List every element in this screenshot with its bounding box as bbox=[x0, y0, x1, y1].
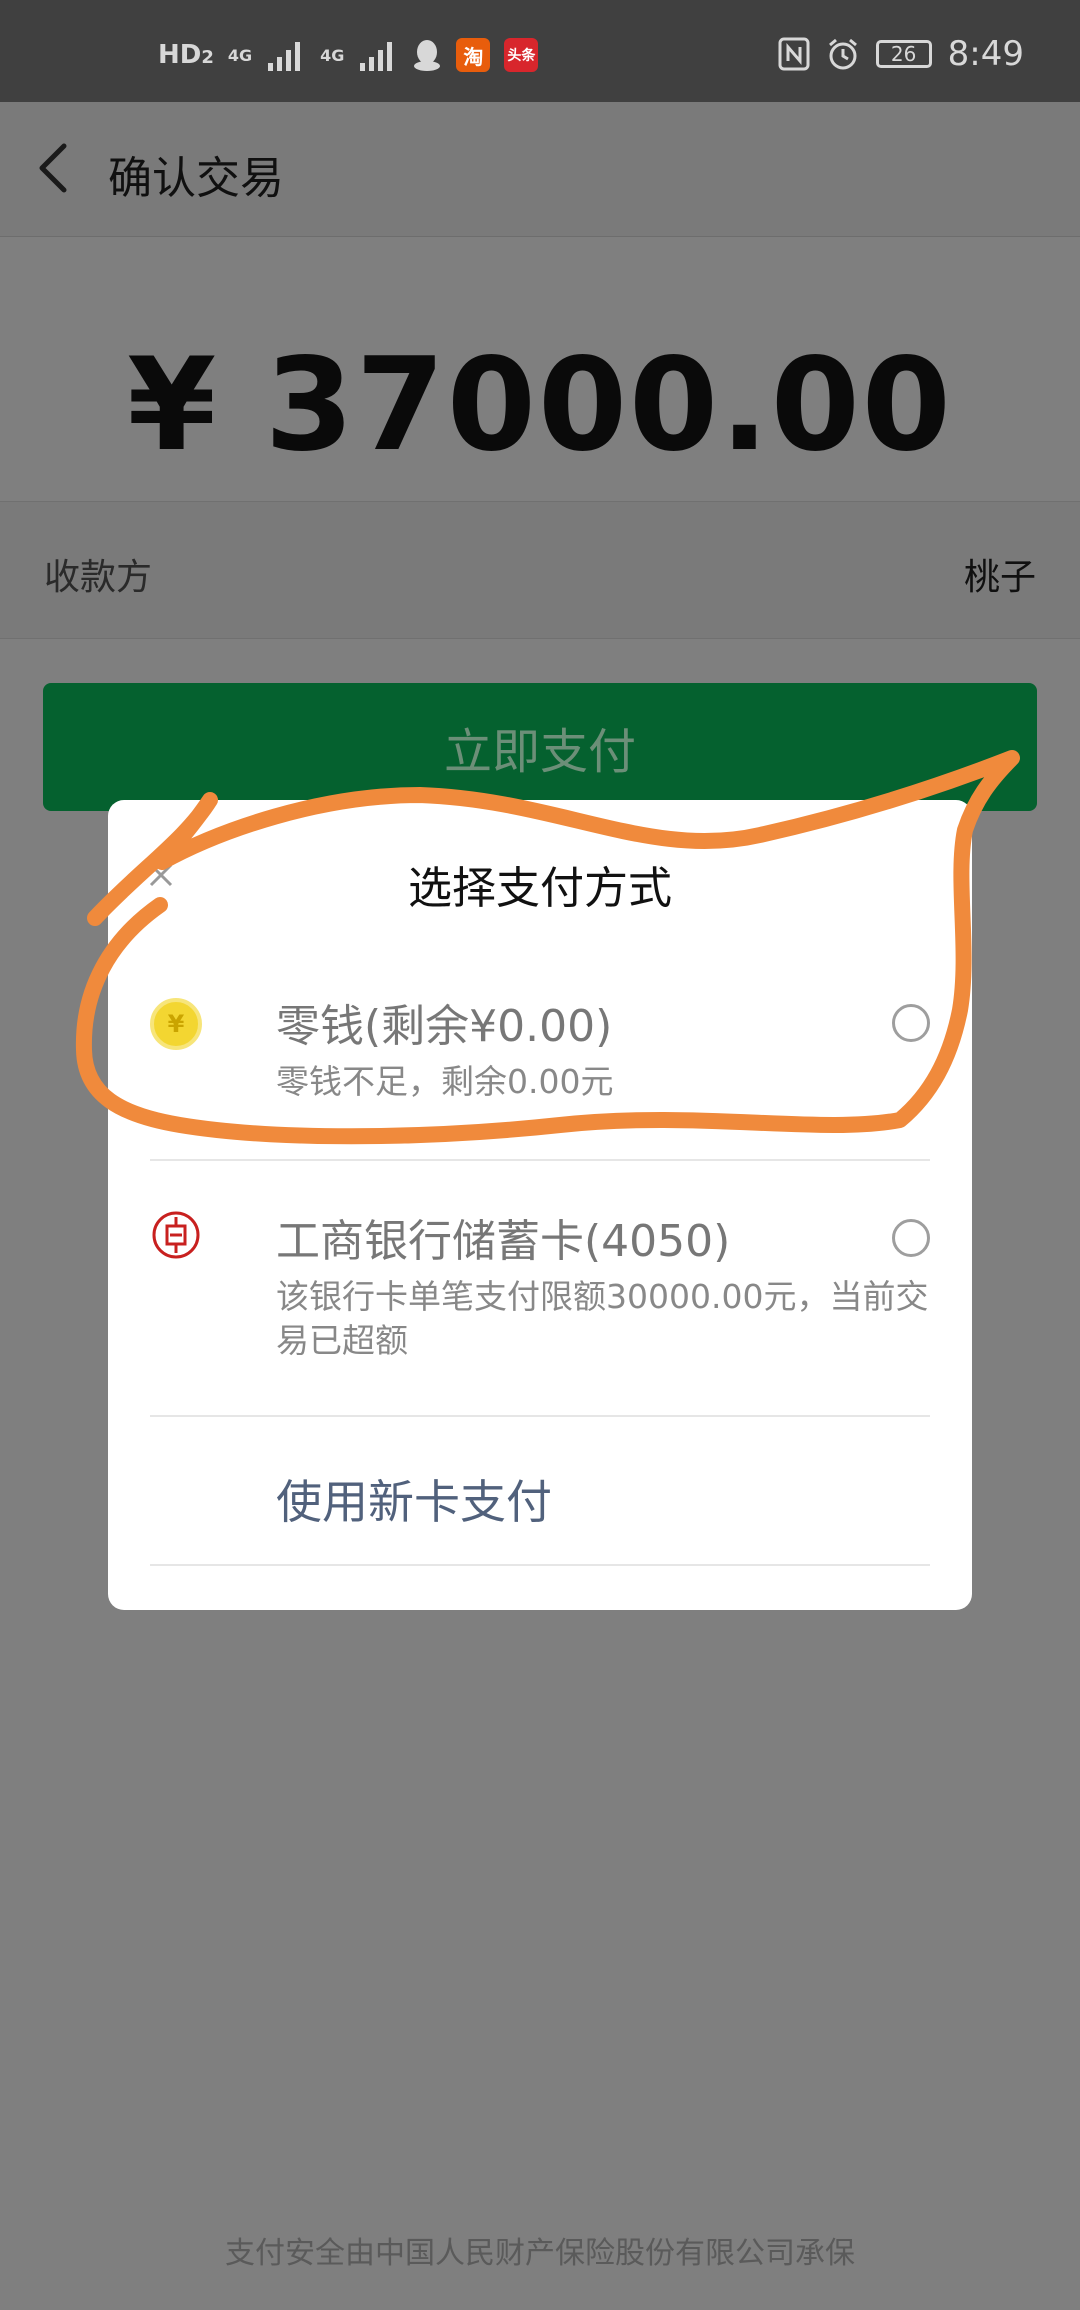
option-name: 工商银行储蓄卡(4050) bbox=[276, 1216, 731, 1267]
icbc-icon bbox=[152, 1211, 200, 1259]
insurance-footer: 支付安全由中国人民财产保险股份有限公司承保 bbox=[225, 2236, 855, 2271]
taobao-icon: 淘 bbox=[456, 38, 491, 72]
network-type-2: 4G bbox=[320, 45, 345, 65]
payment-method-sheet: 选择支付方式 ¥ 零钱(剩余¥0.00) 零钱不足，剩余0.00元 工商银行储蓄… bbox=[108, 800, 972, 1610]
status-right: 26 8:49 bbox=[778, 34, 1024, 74]
nfc-icon bbox=[778, 37, 810, 71]
payee-label: 收款方 bbox=[44, 557, 153, 598]
option-desc: 该银行卡单笔支付限额30000.00元，当前交易已超额 bbox=[276, 1277, 929, 1360]
payment-option-icbc[interactable]: 工商银行储蓄卡(4050) 该银行卡单笔支付限额30000.00元，当前交易已超… bbox=[150, 1205, 930, 1365]
alarm-icon bbox=[828, 38, 857, 70]
nav-header: 确认交易 bbox=[0, 102, 1080, 237]
clock: 8:49 bbox=[947, 34, 1024, 74]
page-title: 确认交易 bbox=[108, 153, 284, 204]
back-arrow-icon[interactable] bbox=[34, 140, 74, 196]
payment-amount: ¥ 37000.00 bbox=[127, 331, 953, 480]
divider bbox=[150, 1564, 930, 1566]
payment-option-balance[interactable]: ¥ 零钱(剩余¥0.00) 零钱不足，剩余0.00元 bbox=[150, 990, 930, 1120]
divider bbox=[150, 1415, 930, 1417]
payee-row: 收款方 桃子 bbox=[0, 502, 1080, 639]
sheet-title: 选择支付方式 bbox=[408, 863, 672, 914]
signal-icon bbox=[360, 42, 393, 71]
signal-icon bbox=[268, 42, 301, 71]
radio-button[interactable] bbox=[892, 1004, 930, 1042]
status-bar: HD2 4G 4G 淘 头条 26 8:49 bbox=[0, 0, 1080, 102]
battery-icon: 26 bbox=[875, 40, 932, 68]
coin-icon: ¥ bbox=[150, 998, 202, 1050]
option-name: 零钱(剩余¥0.00) bbox=[276, 1001, 613, 1052]
coin-glyph: ¥ bbox=[167, 1010, 185, 1038]
toutiao-icon: 头条 bbox=[504, 38, 539, 72]
divider bbox=[150, 1159, 930, 1161]
status-left: HD2 4G 4G 淘 头条 bbox=[158, 38, 539, 72]
battery-level: 26 bbox=[890, 42, 917, 66]
payee-name: 桃子 bbox=[963, 557, 1036, 598]
sim-slot: 2 bbox=[201, 47, 214, 68]
qq-icon bbox=[414, 40, 441, 71]
amount-section: ¥ 37000.00 bbox=[0, 237, 1080, 502]
hd-label: HD bbox=[158, 40, 202, 70]
pay-now-button[interactable]: 立即支付 bbox=[43, 683, 1037, 811]
option-desc: 零钱不足，剩余0.00元 bbox=[276, 1062, 614, 1101]
use-new-card-button[interactable]: 使用新卡支付 bbox=[276, 1466, 552, 1532]
radio-button[interactable] bbox=[892, 1219, 930, 1257]
network-type-1: 4G bbox=[227, 45, 253, 65]
hd-indicator: HD2 bbox=[158, 40, 214, 70]
